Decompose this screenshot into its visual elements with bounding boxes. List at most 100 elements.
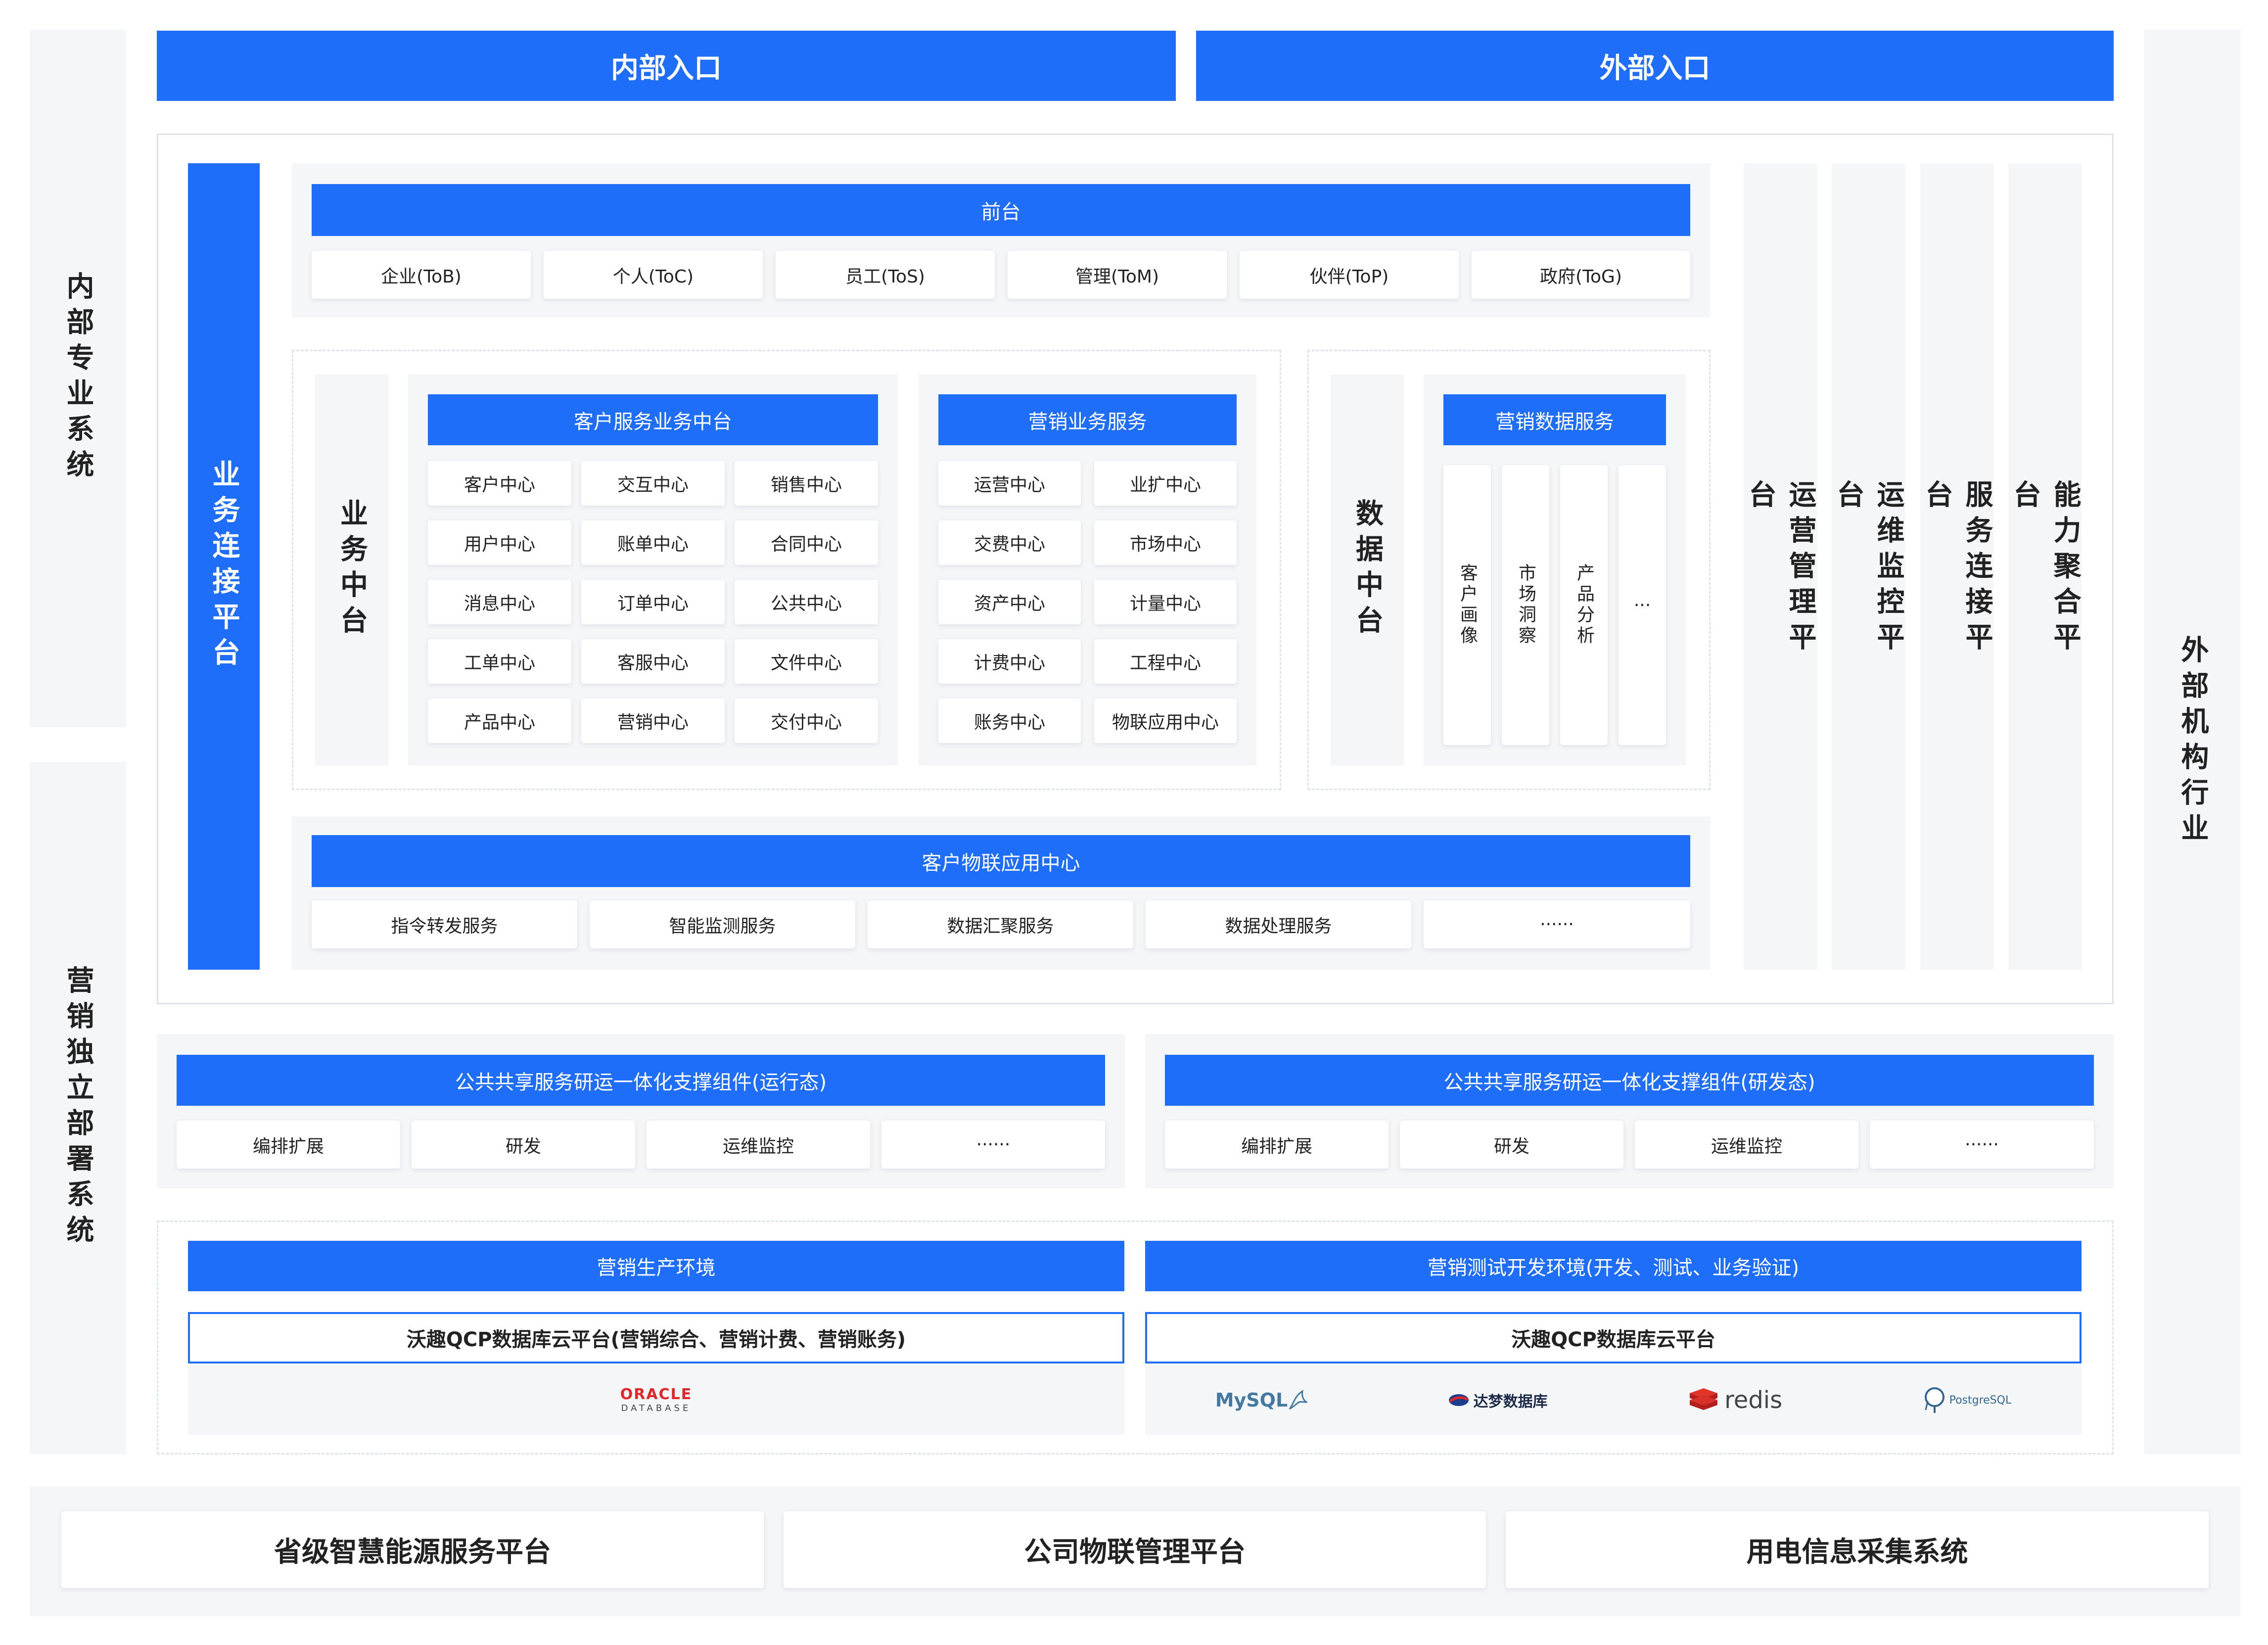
- marketing-service-item[interactable]: 市场中心: [1094, 520, 1237, 565]
- customer-service-item[interactable]: 客服中心: [581, 639, 725, 684]
- marketing-data-title: 营销数据服务: [1443, 394, 1666, 445]
- internal-entry-bar[interactable]: 内部入口: [157, 31, 1176, 101]
- data-item-customer-profile[interactable]: 客户画像: [1443, 465, 1491, 745]
- external-entry-bar[interactable]: 外部入口: [1196, 31, 2114, 101]
- shared-runtime-title: 公共共享服务研运一体化支撑组件(运行态): [177, 1055, 1105, 1106]
- redis-logo: redis: [1688, 1386, 1782, 1414]
- frontend-title: 前台: [312, 184, 1690, 236]
- customer-service-item[interactable]: 客户中心: [428, 461, 571, 506]
- shared-runtime-item[interactable]: 运维监控: [647, 1121, 870, 1169]
- iot-center-item[interactable]: 指令转发服务: [312, 900, 577, 948]
- redis-logo-text: redis: [1724, 1386, 1783, 1414]
- dameng-icon: [1448, 1394, 1469, 1406]
- frontend-item[interactable]: 伙伴(ToP): [1240, 251, 1459, 299]
- data-item-more[interactable]: ···: [1619, 465, 1666, 745]
- customer-service-item[interactable]: 公共中心: [735, 580, 878, 624]
- shared-dev-item[interactable]: 研发: [1400, 1121, 1623, 1169]
- shared-runtime-item[interactable]: 编排扩展: [177, 1121, 400, 1169]
- customer-service-item[interactable]: 产品中心: [428, 699, 571, 743]
- iot-center-title: 客户物联应用中心: [312, 835, 1690, 887]
- postgresql-logo: PostgreSQL: [1923, 1386, 2012, 1414]
- oracle-logo-sub: DATABASE: [621, 1403, 692, 1413]
- customer-service-item[interactable]: 账单中心: [581, 520, 725, 565]
- frontend-item[interactable]: 管理(ToM): [1008, 251, 1227, 299]
- iot-center-item[interactable]: 数据处理服务: [1146, 900, 1411, 948]
- platform-monitoring[interactable]: 运维监控平台: [1832, 163, 1905, 970]
- left-marketing-label: 营销独立部署系统: [62, 966, 94, 1251]
- data-item-label: 市场洞察: [1516, 564, 1536, 647]
- iot-center-item[interactable]: 数据汇聚服务: [868, 900, 1133, 948]
- customer-service-item[interactable]: 工单中心: [428, 639, 571, 684]
- testing-env-title: 营销测试开发环境(开发、测试、业务验证): [1145, 1241, 2082, 1291]
- business-connection-label: 业务连接平台: [208, 460, 240, 673]
- data-middle-column: 数据中台: [1331, 375, 1404, 765]
- customer-service-item[interactable]: 用户中心: [428, 520, 571, 565]
- customer-service-item[interactable]: 交付中心: [735, 699, 878, 743]
- business-middle-label: 业务中台: [335, 499, 368, 641]
- frontend-item[interactable]: 政府(ToG): [1472, 251, 1690, 299]
- marketing-service-item[interactable]: 工程中心: [1094, 639, 1237, 684]
- customer-service-item[interactable]: 文件中心: [735, 639, 878, 684]
- dameng-logo-text: 达梦数据库: [1473, 1393, 1548, 1410]
- postgresql-logo-text: PostgreSQL: [1949, 1394, 2012, 1407]
- marketing-service-item[interactable]: 业扩中心: [1094, 461, 1237, 506]
- platform-label: 运维监控平台: [1832, 480, 1904, 658]
- production-logo-strip: ORACLE DATABASE: [188, 1365, 1124, 1435]
- frontend-item[interactable]: 企业(ToB): [312, 251, 531, 299]
- production-env-title: 营销生产环境: [188, 1241, 1124, 1291]
- platform-label: 运营管理平台: [1744, 480, 1816, 658]
- shared-runtime-item[interactable]: ······: [881, 1121, 1105, 1169]
- production-platform-box[interactable]: 沃趣QCP数据库云平台(营销综合、营销计费、营销账务): [188, 1312, 1124, 1363]
- right-external-label: 外部机构行业: [2176, 635, 2209, 849]
- left-internal-label: 内部专业系统: [62, 272, 94, 485]
- data-item-label: 产品分析: [1574, 564, 1594, 647]
- shared-dev-item[interactable]: 运维监控: [1635, 1121, 1858, 1169]
- customer-service-title: 客户服务业务中台: [428, 394, 878, 445]
- marketing-service-item[interactable]: 物联应用中心: [1094, 699, 1237, 743]
- customer-service-item[interactable]: 合同中心: [735, 520, 878, 565]
- marketing-service-title: 营销业务服务: [938, 394, 1237, 445]
- frontend-item[interactable]: 个人(ToC): [544, 251, 763, 299]
- customer-service-item[interactable]: 销售中心: [735, 461, 878, 506]
- dolphin-icon: [1289, 1389, 1308, 1410]
- marketing-service-item[interactable]: 交费中心: [938, 520, 1081, 565]
- frontend-item[interactable]: 员工(ToS): [776, 251, 995, 299]
- dameng-logo: 达梦数据库: [1448, 1389, 1548, 1411]
- redis-cube-icon: [1690, 1388, 1718, 1410]
- customer-service-item[interactable]: 营销中心: [581, 699, 725, 743]
- testing-logo-strip: MySQL 达梦数据库 redis PostgreSQL: [1145, 1365, 2082, 1435]
- bottom-platform-collection[interactable]: 用电信息采集系统: [1506, 1511, 2209, 1588]
- data-item-label: 客户画像: [1457, 564, 1478, 647]
- left-marketing-panel: 营销独立部署系统: [30, 762, 126, 1455]
- platform-service-connection[interactable]: 服务连接平台: [1920, 163, 1993, 970]
- marketing-service-item[interactable]: 账务中心: [938, 699, 1081, 743]
- iot-center-item[interactable]: 智能监测服务: [590, 900, 855, 948]
- left-internal-panel: 内部专业系统: [30, 30, 126, 727]
- shared-dev-item[interactable]: ······: [1870, 1121, 2094, 1169]
- marketing-service-item[interactable]: 计量中心: [1094, 580, 1237, 624]
- shared-dev-item[interactable]: 编排扩展: [1165, 1121, 1389, 1169]
- customer-service-item[interactable]: 订单中心: [581, 580, 725, 624]
- marketing-service-item[interactable]: 计费中心: [938, 639, 1081, 684]
- data-middle-label: 数据中台: [1351, 499, 1384, 641]
- mysql-logo-text: MySQL: [1215, 1389, 1288, 1411]
- testing-platform-box[interactable]: 沃趣QCP数据库云平台: [1145, 1312, 2082, 1363]
- marketing-service-item[interactable]: 资产中心: [938, 580, 1081, 624]
- platform-label: 服务连接平台: [1921, 480, 1993, 658]
- marketing-service-item[interactable]: 运营中心: [938, 461, 1081, 506]
- oracle-logo-text: ORACLE: [620, 1386, 693, 1403]
- customer-service-item[interactable]: 消息中心: [428, 580, 571, 624]
- elephant-icon: [1924, 1387, 1944, 1413]
- customer-service-item[interactable]: 交互中心: [581, 461, 725, 506]
- business-middle-column: 业务中台: [315, 375, 388, 765]
- iot-center-item[interactable]: ······: [1424, 900, 1690, 948]
- data-item-product-analysis[interactable]: 产品分析: [1560, 465, 1608, 745]
- bottom-platform-iot[interactable]: 公司物联管理平台: [784, 1511, 1486, 1588]
- data-item-label: ···: [1633, 595, 1651, 615]
- shared-runtime-item[interactable]: 研发: [412, 1121, 635, 1169]
- bottom-platform-energy[interactable]: 省级智慧能源服务平台: [61, 1511, 764, 1588]
- platform-operations[interactable]: 运营管理平台: [1744, 163, 1817, 970]
- right-external-panel: 外部机构行业: [2144, 30, 2241, 1455]
- data-item-market-insight[interactable]: 市场洞察: [1502, 465, 1549, 745]
- platform-capability-aggregation[interactable]: 能力聚合平台: [2008, 163, 2082, 970]
